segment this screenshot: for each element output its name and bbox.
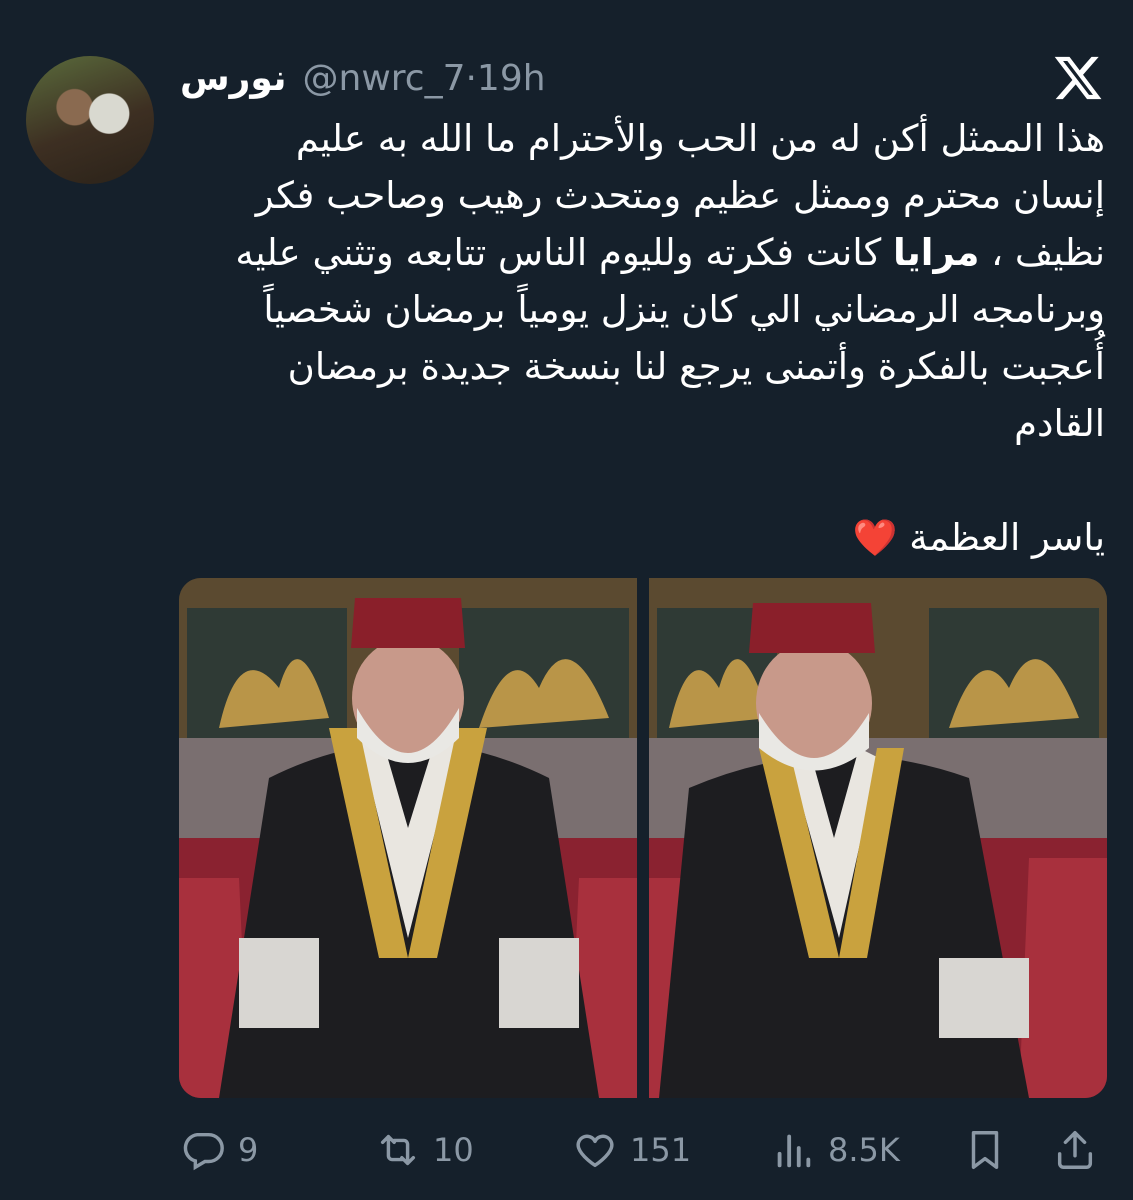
tweet-text-segment: كانت فكرته ولليوم الناس تتابعه وتثني علي…	[235, 231, 882, 274]
tweet-text-line: هذا الممثل أكن له من الحب والأحترام ما ا…	[295, 117, 1105, 160]
media-grid	[179, 578, 1107, 1098]
bold-show-name: مرايا	[893, 231, 980, 274]
tweet-photo-2[interactable]	[649, 578, 1107, 1098]
heart-emoji: ❤️	[852, 518, 898, 559]
retweet-icon	[380, 1134, 416, 1166]
tweet-card: نورس @nwrc_7·19h هذا الممثل أكن له من ال…	[0, 0, 1133, 1200]
x-logo-icon	[1054, 56, 1102, 100]
tweet-text-line: نظيف ، مرايا كانت فكرته ولليوم الناس تتا…	[180, 224, 1105, 281]
tweet-text-line: ياسر العظمة ❤️	[180, 509, 1105, 567]
tweet-text-line: أُعجبت بالفكرة وأتمنى يرجع لنا بنسخة جدي…	[287, 345, 1105, 388]
heart-icon	[576, 1134, 614, 1168]
views-count: 8.5K	[828, 1131, 900, 1169]
retweet-count: 10	[433, 1131, 474, 1169]
like-count: 151	[630, 1131, 692, 1169]
avatar[interactable]	[26, 56, 154, 184]
tweet-text-line: القادم	[1014, 402, 1105, 445]
action-bar: 9 10 151 8.5K	[180, 1120, 1105, 1180]
bookmark-button[interactable]	[962, 1120, 1008, 1180]
share-button[interactable]	[1052, 1120, 1098, 1180]
tweet-header: نورس @nwrc_7·19h	[180, 58, 546, 99]
reply-icon	[183, 1132, 224, 1171]
share-icon	[1057, 1131, 1093, 1169]
views-icon	[777, 1134, 811, 1168]
tweet-text-line: وبرنامجه الرمضاني الي كان ينزل يومياً بر…	[263, 288, 1105, 331]
tweet-text: هذا الممثل أكن له من الحب والأحترام ما ا…	[180, 110, 1105, 567]
tweet-text-line: إنسان محترم وممثل عظيم ومتحدث رهيب وصاحب…	[255, 174, 1105, 217]
handle-and-time: @nwrc_7·19h	[303, 58, 546, 99]
views-button[interactable]: 8.5K	[770, 1120, 900, 1180]
bookmark-icon	[971, 1131, 999, 1169]
reply-count: 9	[238, 1131, 259, 1169]
like-button[interactable]: 151	[572, 1120, 691, 1180]
tweet-photo-1[interactable]	[179, 578, 637, 1098]
display-name[interactable]: نورس	[180, 58, 287, 99]
closing-text: ياسر العظمة	[909, 516, 1105, 559]
tweet-text-segment: نظيف ،	[991, 231, 1105, 274]
handle[interactable]: @nwrc_7	[303, 58, 466, 99]
retweet-button[interactable]: 10	[375, 1120, 474, 1180]
timestamp[interactable]: 19h	[477, 58, 546, 99]
time-separator: ·	[465, 58, 477, 99]
reply-button[interactable]: 9	[180, 1120, 258, 1180]
